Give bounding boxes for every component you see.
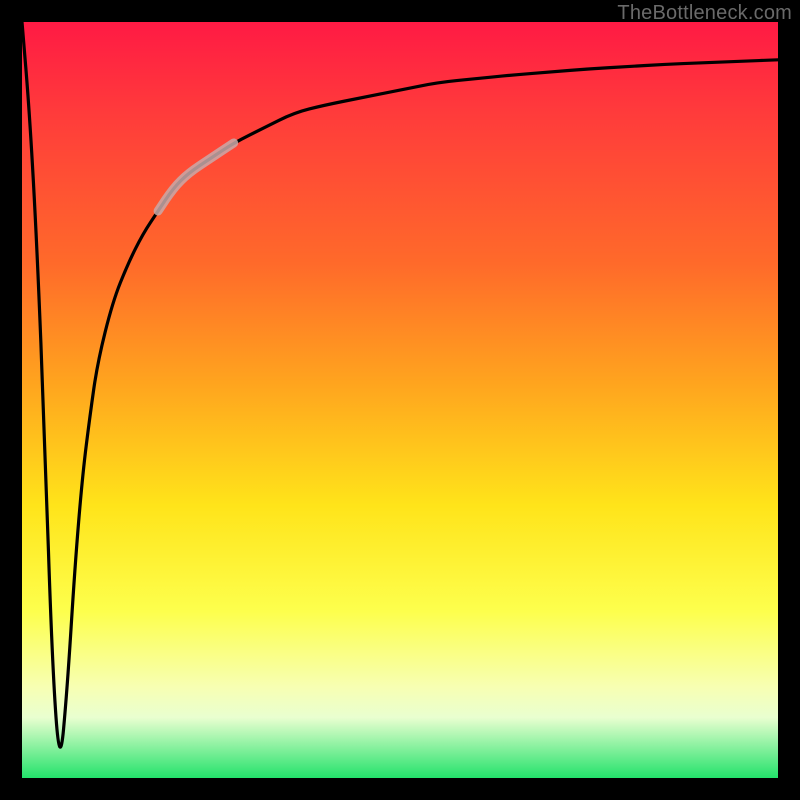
watermark-text: TheBottleneck.com: [617, 2, 792, 25]
plot-area: [22, 22, 778, 778]
bottleneck-curve-highlight: [158, 143, 234, 211]
chart-frame: TheBottleneck.com: [0, 0, 800, 800]
curve-svg: [22, 22, 778, 778]
bottleneck-curve-path: [22, 22, 778, 747]
